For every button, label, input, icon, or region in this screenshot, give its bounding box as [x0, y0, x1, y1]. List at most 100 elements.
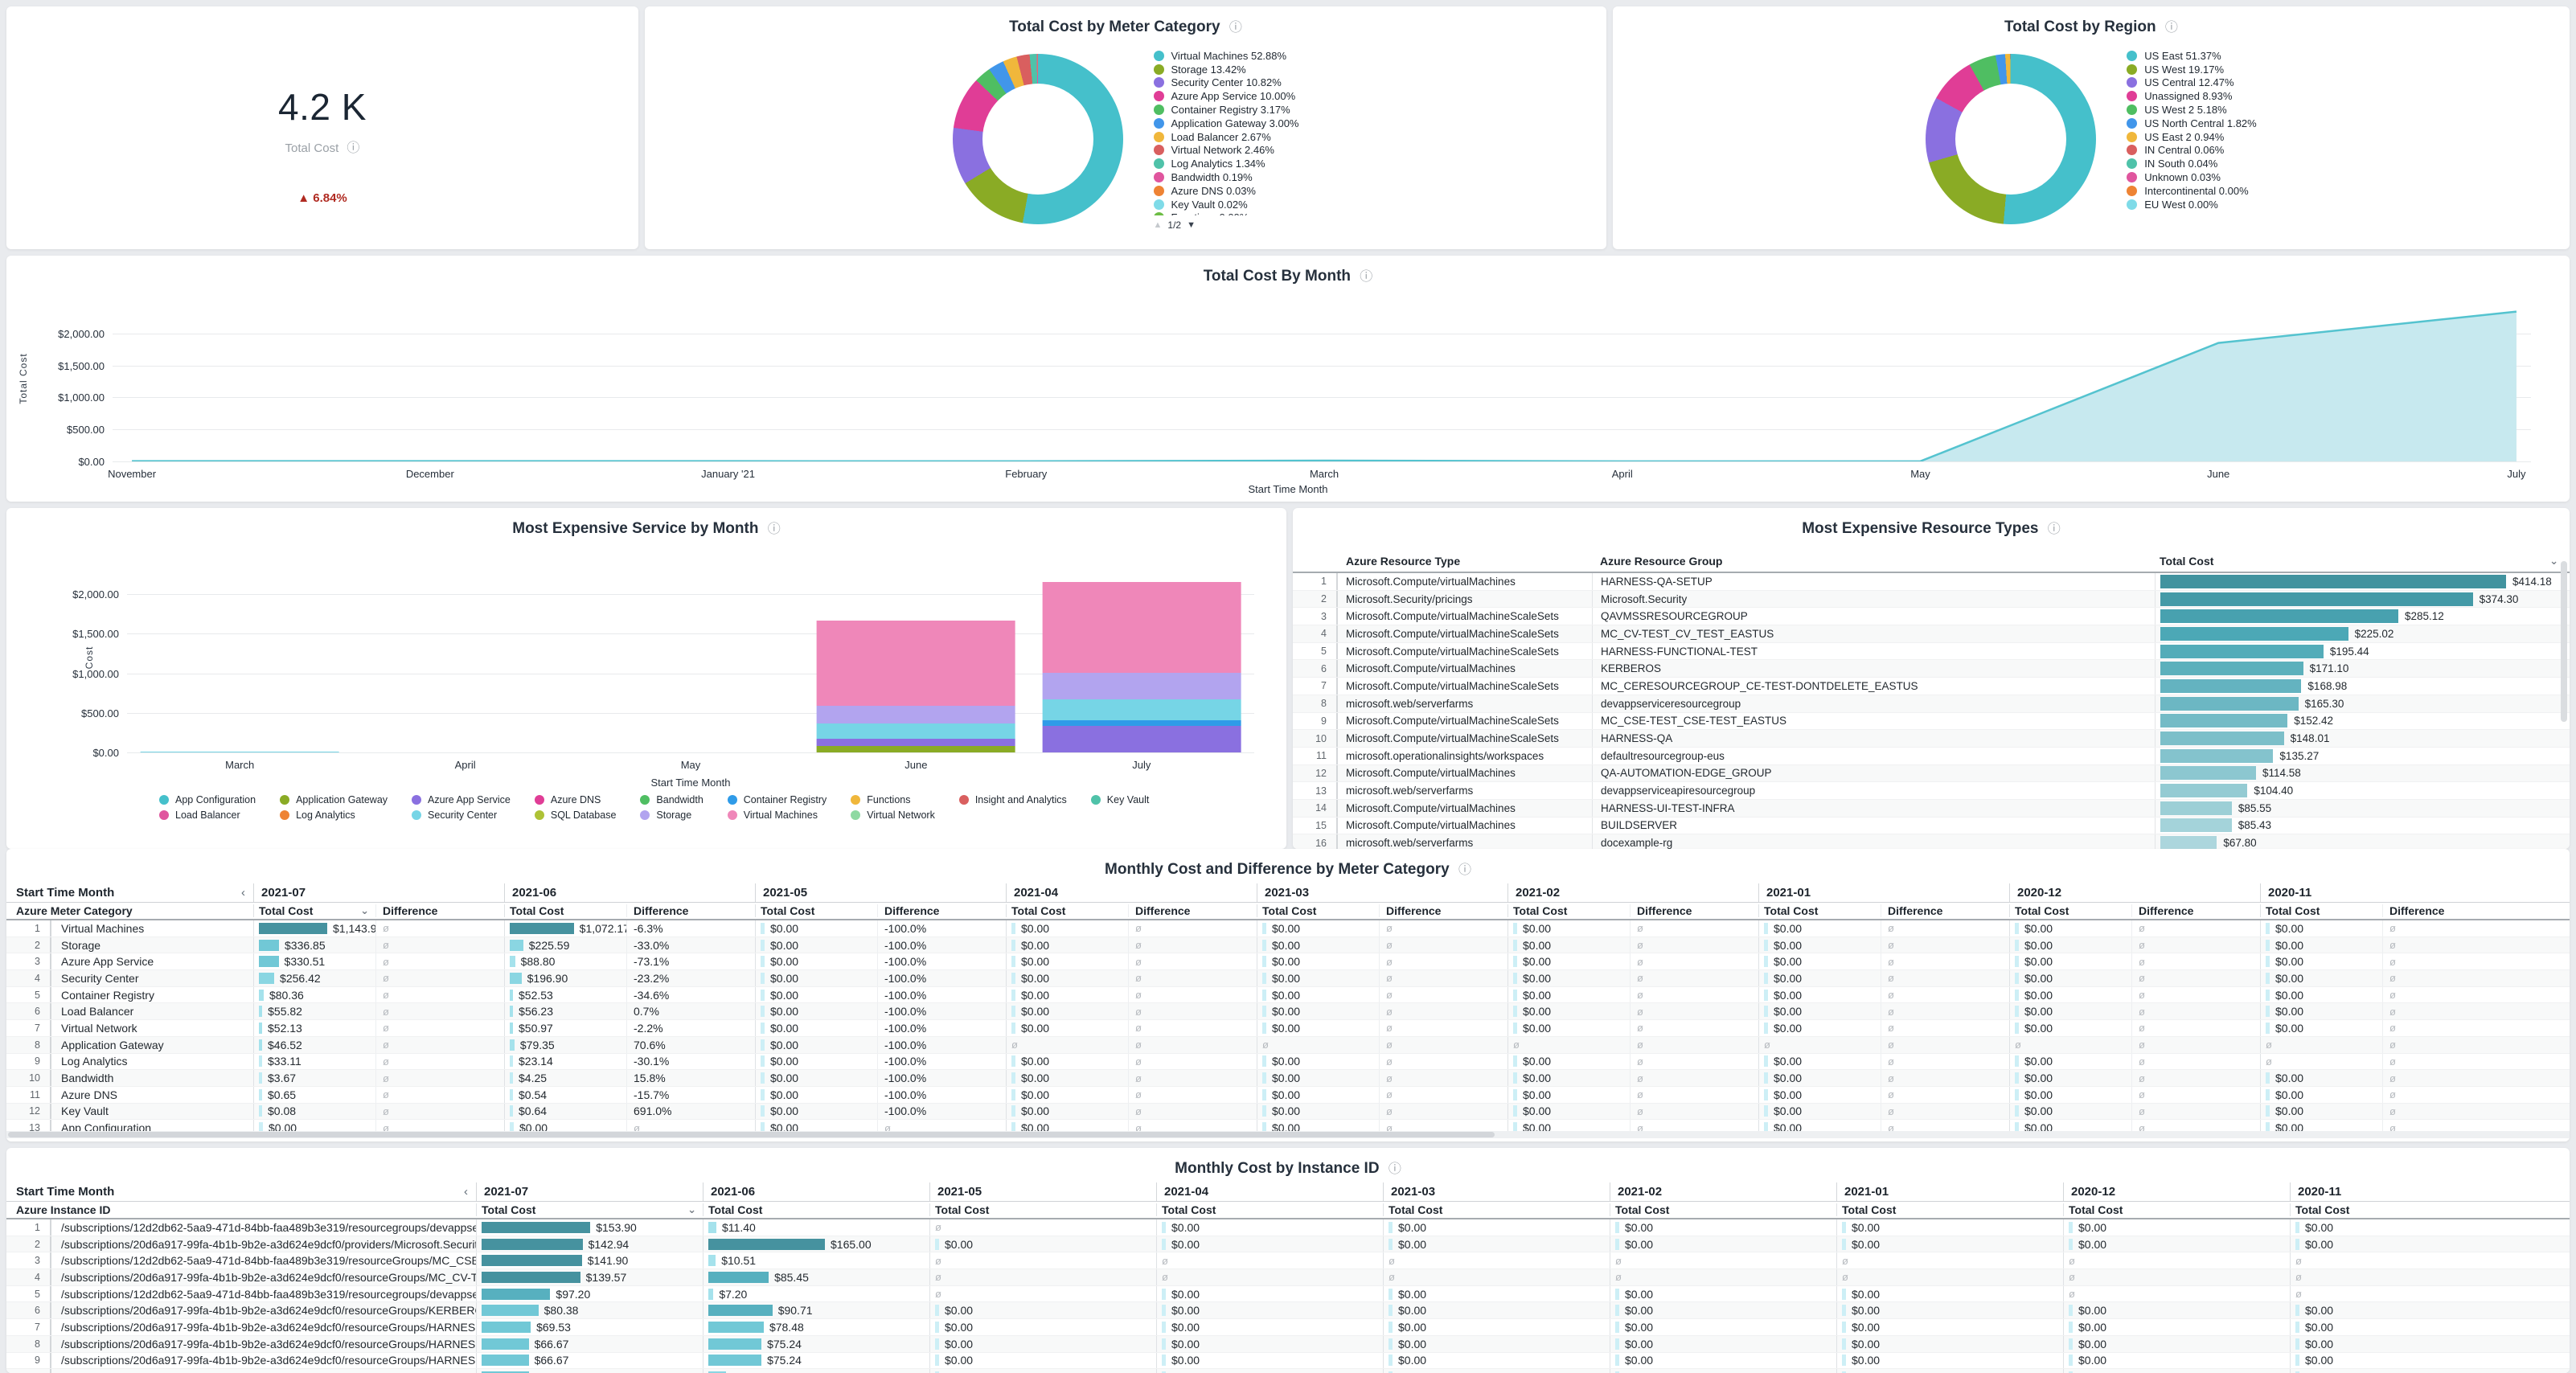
- info-icon[interactable]: ⓘ: [768, 523, 781, 536]
- col-difference[interactable]: Difference: [2131, 904, 2260, 917]
- month-label[interactable]: 2021-07: [253, 883, 504, 902]
- legend-item[interactable]: Log Analytics: [280, 809, 388, 821]
- legend-item[interactable]: Load Balancer 2.67%: [1154, 130, 1299, 144]
- legend-item[interactable]: EU West 0.00%: [2127, 198, 2256, 211]
- legend-item[interactable]: Unknown 0.03%: [2127, 170, 2256, 184]
- legend-item[interactable]: Unassigned 8.93%: [2127, 89, 2256, 103]
- legend-item[interactable]: Container Registry: [728, 794, 827, 805]
- col-difference[interactable]: Difference: [375, 904, 504, 917]
- col-total-cost[interactable]: Total Cost: [1507, 904, 1630, 917]
- scrollbar-thumb[interactable]: [8, 1132, 1495, 1137]
- legend-item[interactable]: IN South 0.04%: [2127, 157, 2256, 170]
- info-icon[interactable]: ⓘ: [1388, 1162, 1401, 1176]
- legend-item[interactable]: US Central 12.47%: [2127, 76, 2256, 90]
- legend-item[interactable]: Virtual Machines: [728, 809, 827, 821]
- col-total-cost[interactable]: Total Cost: [2260, 904, 2382, 917]
- legend-item[interactable]: Insight and Analytics: [959, 794, 1067, 805]
- info-icon[interactable]: ⓘ: [2048, 523, 2061, 536]
- legend-item[interactable]: Functions 0.00%: [1154, 211, 1299, 215]
- col-total-cost[interactable]: Total Cost: [755, 904, 877, 917]
- legend-item[interactable]: US East 2 0.94%: [2127, 130, 2256, 144]
- month-label[interactable]: 2021-04: [1006, 883, 1257, 902]
- legend-item[interactable]: Container Registry 3.17%: [1154, 103, 1299, 117]
- month-label[interactable]: 2021-05: [755, 883, 1006, 902]
- col-total-cost[interactable]: Total Cost: [2290, 1203, 2517, 1216]
- legend-item[interactable]: Functions: [851, 794, 935, 805]
- month-label[interactable]: 2021-01: [1758, 883, 2009, 902]
- legend-item[interactable]: Intercontinental 0.00%: [2127, 184, 2256, 198]
- col-total-cost[interactable]: Total Cost: [2009, 904, 2131, 917]
- chevron-down-icon[interactable]: ⌄: [2549, 555, 2558, 568]
- col-total-cost[interactable]: Total Cost ⌄: [2155, 551, 2570, 572]
- vertical-scrollbar[interactable]: [2561, 561, 2567, 722]
- legend-item[interactable]: Azure DNS: [535, 794, 617, 805]
- legend-item[interactable]: Azure App Service 10.00%: [1154, 89, 1299, 103]
- page-up-icon[interactable]: ▲: [1154, 220, 1163, 230]
- legend-item[interactable]: Application Gateway 3.00%: [1154, 117, 1299, 130]
- stacked-bar-plot[interactable]: $2,000.00$1,500.00$1,000.00$500.00$0.00M…: [127, 559, 1254, 752]
- stacked-bar-july[interactable]: [1042, 582, 1241, 752]
- legend-item[interactable]: Application Gateway: [280, 794, 388, 805]
- col-total-cost[interactable]: Total Cost: [1383, 1203, 1610, 1216]
- col-total-cost[interactable]: Total Cost: [504, 904, 626, 917]
- col-azure-resource-type[interactable]: Azure Resource Type: [1338, 555, 1592, 568]
- legend-item[interactable]: SQL Database: [535, 809, 617, 821]
- month-label[interactable]: 2021-05: [929, 1182, 1156, 1201]
- month-label[interactable]: 2020-11: [2260, 883, 2511, 902]
- sort-chevron-icon[interactable]: ⌄: [360, 904, 369, 917]
- legend-item[interactable]: App Configuration: [159, 794, 256, 805]
- col-azure-resource-group[interactable]: Azure Resource Group: [1592, 551, 2155, 572]
- legend-item[interactable]: Storage: [640, 809, 703, 821]
- col-difference[interactable]: Difference: [2382, 904, 2511, 917]
- region-donut-chart[interactable]: [1926, 54, 2096, 224]
- month-label[interactable]: 2020-11: [2290, 1182, 2517, 1201]
- legend-item[interactable]: US West 2 5.18%: [2127, 103, 2256, 117]
- col-total-cost[interactable]: Total Cost: [1006, 904, 1128, 917]
- collapse-chevron-icon[interactable]: ‹: [241, 886, 245, 900]
- col-difference[interactable]: Difference: [1128, 904, 1257, 917]
- info-icon[interactable]: ⓘ: [347, 141, 359, 155]
- legend-item[interactable]: Bandwidth 0.19%: [1154, 170, 1299, 184]
- legend-item[interactable]: Load Balancer: [159, 809, 256, 821]
- legend-item[interactable]: Virtual Network 2.46%: [1154, 144, 1299, 158]
- month-label[interactable]: 2021-03: [1383, 1182, 1610, 1201]
- month-label[interactable]: 2021-02: [1610, 1182, 1836, 1201]
- month-label[interactable]: 2020-12: [2009, 883, 2260, 902]
- legend-item[interactable]: Virtual Network: [851, 809, 935, 821]
- collapse-chevron-icon[interactable]: ‹: [464, 1185, 468, 1199]
- sort-chevron-icon[interactable]: ⌄: [687, 1203, 696, 1216]
- month-label[interactable]: 2021-01: [1836, 1182, 2063, 1201]
- col-total-cost[interactable]: Total Cost: [1156, 1203, 1383, 1216]
- legend-item[interactable]: IN Central 0.06%: [2127, 144, 2256, 158]
- month-label[interactable]: 2021-04: [1156, 1182, 1383, 1201]
- month-label[interactable]: 2021-06: [504, 883, 755, 902]
- legend-item[interactable]: Security Center: [412, 809, 511, 821]
- legend-item[interactable]: US East 51.37%: [2127, 49, 2256, 63]
- page-down-icon[interactable]: ▼: [1187, 220, 1196, 230]
- col-difference[interactable]: Difference: [626, 904, 755, 917]
- month-label[interactable]: 2021-03: [1257, 883, 1507, 902]
- col-total-cost[interactable]: Total Cost⌄: [476, 1203, 703, 1216]
- info-icon[interactable]: ⓘ: [1360, 270, 1372, 284]
- legend-item[interactable]: Log Analytics 1.34%: [1154, 157, 1299, 170]
- col-total-cost[interactable]: Total Cost: [1836, 1203, 2063, 1216]
- legend-item[interactable]: Security Center 10.82%: [1154, 76, 1299, 90]
- legend-item[interactable]: Bandwidth: [640, 794, 703, 805]
- info-icon[interactable]: ⓘ: [2165, 21, 2178, 35]
- legend-item[interactable]: Key Vault 0.02%: [1154, 198, 1299, 211]
- month-label[interactable]: 2021-02: [1507, 883, 1758, 902]
- legend-item[interactable]: Storage 13.42%: [1154, 63, 1299, 76]
- legend-item[interactable]: Virtual Machines 52.88%: [1154, 49, 1299, 63]
- col-total-cost[interactable]: Total Cost: [1610, 1203, 1836, 1216]
- legend-item[interactable]: US North Central 1.82%: [2127, 117, 2256, 130]
- legend-item[interactable]: US West 19.17%: [2127, 63, 2256, 76]
- col-total-cost[interactable]: Total Cost: [1758, 904, 1881, 917]
- col-total-cost[interactable]: Total Cost: [929, 1203, 1156, 1216]
- horizontal-scrollbar[interactable]: [6, 1131, 2570, 1138]
- stacked-bar-june[interactable]: [817, 621, 1015, 752]
- col-difference[interactable]: Difference: [1630, 904, 1758, 917]
- col-total-cost[interactable]: Total Cost⌄: [253, 904, 375, 917]
- col-total-cost[interactable]: Total Cost: [703, 1203, 929, 1216]
- legend-item[interactable]: Key Vault: [1091, 794, 1150, 805]
- meter-category-donut-chart[interactable]: [953, 54, 1123, 224]
